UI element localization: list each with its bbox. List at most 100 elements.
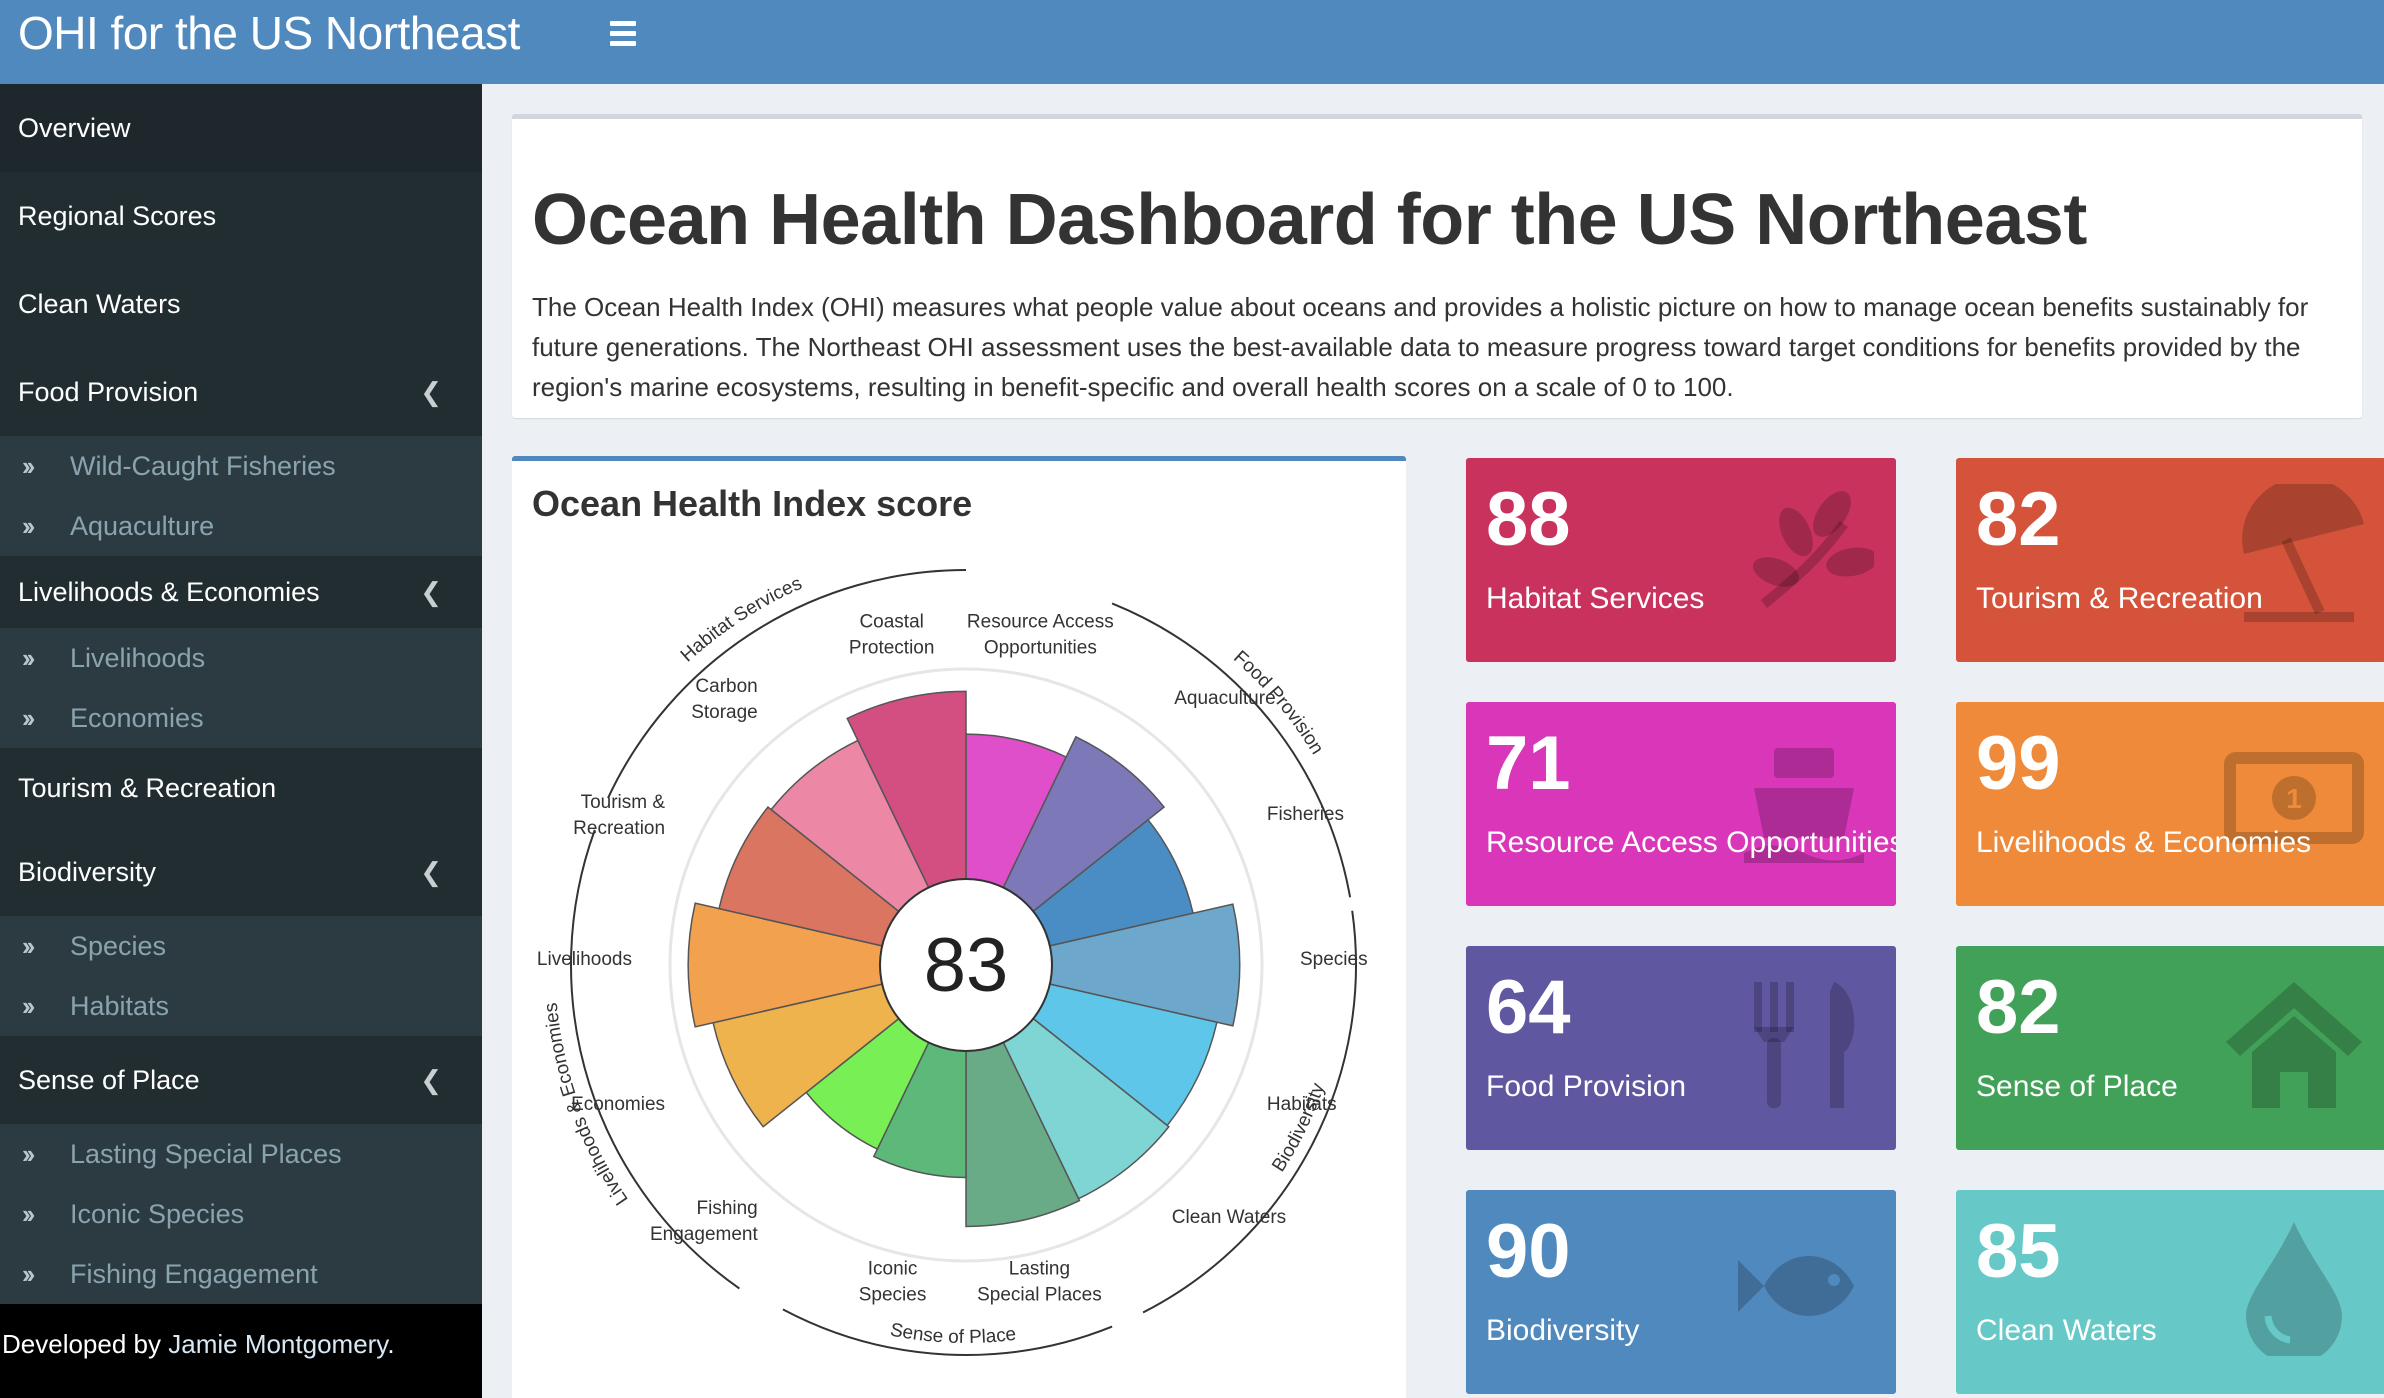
chevron-left-icon: ❮ (420, 857, 442, 887)
value-box-label: Biodiversity (1486, 1314, 1640, 1347)
chevron-left-icon: ❮ (420, 577, 442, 607)
value-box-label: Food Provision (1486, 1070, 1687, 1103)
sidebar-subitem-label: Species (70, 931, 167, 961)
sidebar-item-sense-of-place[interactable]: Sense of Place ❮ (0, 1036, 482, 1124)
petal-label: Fisheries (1267, 804, 1344, 825)
sidebar-item-label: Food Provision (18, 377, 199, 407)
sidebar-subitem-label: Habitats (70, 991, 170, 1021)
sidebar-subitem-label: Fishing Engagement (70, 1259, 318, 1289)
sidebar-subitem-label: Livelihoods (70, 643, 206, 673)
value-box-number: 64 (1486, 965, 1571, 1050)
sidebar-item-food-provision[interactable]: Food Provision ❮ (0, 348, 482, 436)
sidebar: Overview Regional Scores Clean Waters Fo… (0, 84, 482, 1398)
value-box-label: Resource Access Opportunities (1486, 826, 1896, 859)
petal-label: Resource Access Opportunities (967, 611, 1114, 658)
petal-label: Lasting Special Places (977, 1259, 1102, 1306)
group-arc (570, 829, 741, 1290)
value-box-number: 85 (1976, 1209, 2061, 1294)
value-box-label: Clean Waters (1976, 1314, 2157, 1347)
footer-text: Developed by (2, 1329, 169, 1359)
sidebar-item-label: Overview (18, 113, 131, 143)
double-chevron-right-icon: ›› (22, 703, 35, 733)
submenu-food-provision: ›› Wild-Caught Fisheries ›› Aquaculture (0, 436, 482, 556)
sidebar-item-tourism-recreation[interactable]: Tourism & Recreation (0, 748, 482, 828)
sidebar-item-clean-waters[interactable]: Clean Waters (0, 260, 482, 348)
submenu-biodiversity: ›› Species ›› Habitats (0, 916, 482, 1036)
value-box-tourism-recreation: 82 Tourism & Recreation (1956, 458, 2384, 662)
sidebar-item-label: Livelihoods & Economies (18, 577, 320, 607)
value-box-number: 82 (1976, 965, 2061, 1050)
value-box-food-provision: 64 Food Provision (1466, 946, 1896, 1150)
sidebar-subitem-label: Lasting Special Places (70, 1139, 342, 1169)
sidebar-subitem-lasting-special-places[interactable]: ›› Lasting Special Places (0, 1124, 482, 1184)
value-box-number: 88 (1486, 477, 1571, 562)
sidebar-item-biodiversity[interactable]: Biodiversity ❮ (0, 828, 482, 916)
leaf-icon (1753, 491, 1874, 608)
value-box-label: Livelihoods & Economies (1976, 826, 2312, 859)
double-chevron-right-icon: ›› (22, 1199, 35, 1229)
sidebar-item-label: Regional Scores (18, 201, 217, 231)
sidebar-item-regional-scores[interactable]: Regional Scores (0, 172, 482, 260)
footer-suffix: . (387, 1329, 395, 1359)
sidebar-subitem-label: Wild-Caught Fisheries (70, 451, 336, 481)
sidebar-item-livelihoods-economies[interactable]: Livelihoods & Economies ❮ (0, 556, 482, 628)
value-box-number: 71 (1486, 721, 1571, 806)
double-chevron-right-icon: ›› (22, 451, 35, 481)
value-box-number: 82 (1976, 477, 2061, 562)
double-chevron-right-icon: ›› (22, 643, 35, 673)
group-label: Sense of Place (888, 1319, 1017, 1348)
double-chevron-right-icon: ›› (22, 991, 35, 1021)
value-box-label: Habitat Services (1486, 582, 1705, 615)
svg-text:1: 1 (2286, 783, 2302, 814)
sidebar-subitem-fishing-engagement[interactable]: ›› Fishing Engagement (0, 1244, 482, 1304)
page-title: Ocean Health Dashboard for the US Northe… (532, 180, 2087, 260)
sidebar-item-label: Biodiversity (18, 857, 157, 887)
petal-label: Tourism & Recreation (573, 792, 665, 839)
sidebar-subitem-label: Iconic Species (70, 1199, 245, 1229)
sidebar-item-overview[interactable]: Overview (0, 84, 482, 172)
sidebar-subitem-habitats[interactable]: ›› Habitats (0, 976, 482, 1036)
double-chevron-right-icon: ›› (22, 1259, 35, 1289)
value-box-sense-of-place: 82 Sense of Place (1956, 946, 2384, 1150)
author-link[interactable]: Jamie Montgomery (168, 1329, 387, 1359)
value-box-clean-waters: 85 Clean Waters (1956, 1190, 2384, 1394)
sidebar-item-label: Tourism & Recreation (18, 773, 277, 803)
sidebar-subitem-economies[interactable]: ›› Economies (0, 688, 482, 748)
app-title[interactable]: OHI for the US Northeast (18, 0, 520, 84)
petal-label: Species (1300, 949, 1368, 970)
sidebar-subitem-species[interactable]: ›› Species (0, 916, 482, 976)
petal-label: Coastal Protection (849, 611, 935, 658)
petal-label: Livelihoods (537, 949, 632, 970)
fish-icon (1738, 1256, 1854, 1316)
sidebar-subitem-wild-caught-fisheries[interactable]: ›› Wild-Caught Fisheries (0, 436, 482, 496)
value-box-number: 99 (1976, 721, 2061, 806)
sidebar-subitem-iconic-species[interactable]: ›› Iconic Species (0, 1184, 482, 1244)
intro-box: Ocean Health Dashboard for the US Northe… (512, 114, 2362, 418)
value-box-label: Sense of Place (1976, 1070, 2178, 1103)
petal-label: Carbon Storage (691, 676, 758, 723)
hamburger-icon[interactable] (606, 16, 642, 52)
double-chevron-right-icon: ›› (22, 511, 35, 541)
group-label: Habitat Services (677, 573, 805, 666)
top-navbar: OHI for the US Northeast (0, 0, 2384, 84)
value-box-number: 90 (1486, 1209, 1571, 1294)
tint-icon (2246, 1222, 2342, 1356)
submenu-livelihoods-economies: ›› Livelihoods ›› Economies (0, 628, 482, 748)
center-score: 83 (924, 923, 1009, 1008)
value-box-habitat-services: 88 Habitat Services (1466, 458, 1896, 662)
double-chevron-right-icon: ›› (22, 1139, 35, 1169)
chevron-left-icon: ❮ (420, 377, 442, 407)
sidebar-subitem-label: Economies (70, 703, 204, 733)
submenu-sense-of-place: ›› Lasting Special Places ›› Iconic Specie… (0, 1124, 482, 1304)
value-box-label: Tourism & Recreation (1976, 582, 2263, 615)
sidebar-item-label: Sense of Place (18, 1065, 200, 1095)
sidebar-subitem-livelihoods[interactable]: ›› Livelihoods (0, 628, 482, 688)
sidebar-footer: Developed by Jamie Montgomery. (0, 1304, 482, 1398)
sidebar-subitem-aquaculture[interactable]: ›› Aquaculture (0, 496, 482, 556)
ohi-score-box: Ocean Health Index score 83 Resource Acce… (512, 456, 1406, 1398)
double-chevron-right-icon: ›› (22, 931, 35, 961)
value-box-resource-access-opportunities: 71 Resource Access Opportunities (1466, 702, 1896, 906)
value-box-biodiversity: 90 Biodiversity (1466, 1190, 1896, 1394)
sidebar-item-label: Clean Waters (18, 289, 181, 319)
utensils-icon (1754, 982, 1855, 1108)
